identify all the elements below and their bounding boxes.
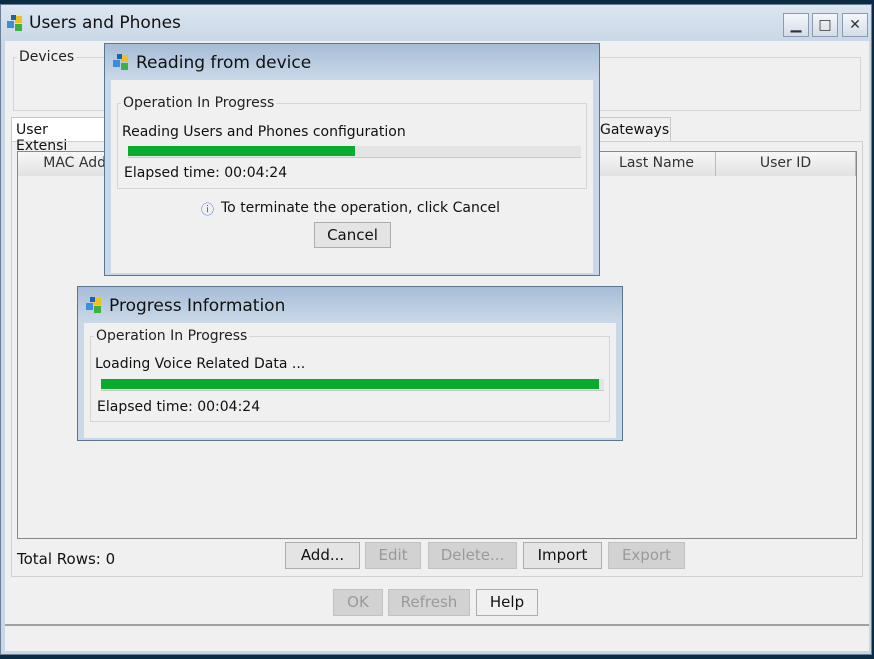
reading-progress-bar <box>128 146 581 158</box>
edit-button[interactable]: Edit <box>365 542 421 569</box>
maximize-icon: □ <box>818 17 832 33</box>
tab-user-extensions[interactable]: User Extensi <box>11 117 107 154</box>
status-bar <box>5 624 869 651</box>
tab-label: User Extensi <box>16 122 68 154</box>
app-cubes-icon <box>85 296 103 314</box>
dialog-title: Progress Information <box>109 296 286 316</box>
dialog-body: Operation In Progress Loading Voice Rela… <box>84 323 616 438</box>
progress-information-dialog: Progress Information Operation In Progre… <box>77 286 623 441</box>
close-icon: ✕ <box>849 17 861 33</box>
column-header-last-name[interactable]: Last Name <box>598 152 716 176</box>
window-title: Users and Phones <box>29 13 181 33</box>
maximize-button[interactable]: □ <box>812 13 838 37</box>
minimize-icon: ▁ <box>790 17 802 33</box>
title-bar[interactable]: Users and Phones ▁ □ ✕ <box>1 5 871 41</box>
import-button[interactable]: Import <box>523 542 602 569</box>
reading-from-device-dialog: Reading from device Operation In Progres… <box>104 43 600 276</box>
app-cubes-icon <box>6 14 24 32</box>
dialog-body: Operation In Progress Reading Users and … <box>111 80 593 273</box>
loading-progress-bar <box>101 379 604 391</box>
delete-button[interactable]: Delete... <box>428 542 517 569</box>
operation-message: Loading Voice Related Data ... <box>95 356 306 372</box>
elapsed-time: Elapsed time: 00:04:24 <box>97 399 261 415</box>
column-header-user-id[interactable]: User ID <box>716 152 856 176</box>
total-rows-label: Total Rows: 0 <box>17 550 116 568</box>
add-button[interactable]: Add... <box>285 542 360 569</box>
operation-message: Reading Users and Phones configuration <box>122 124 406 140</box>
minimize-button[interactable]: ▁ <box>783 13 809 37</box>
operation-group-label: Operation In Progress <box>121 95 277 111</box>
elapsed-time: Elapsed time: 00:04:24 <box>124 165 288 181</box>
tab-label: Gateways <box>600 122 670 138</box>
cancel-button[interactable]: Cancel <box>314 222 391 248</box>
ok-button[interactable]: OK <box>333 589 383 616</box>
close-button[interactable]: ✕ <box>842 13 868 37</box>
export-button[interactable]: Export <box>608 542 685 569</box>
refresh-button[interactable]: Refresh <box>388 589 470 616</box>
progress-fill <box>101 379 599 389</box>
progress-fill <box>128 146 355 156</box>
app-cubes-icon <box>112 53 130 71</box>
info-icon: ⓘ <box>201 203 215 218</box>
operation-group-label: Operation In Progress <box>94 328 250 344</box>
help-button[interactable]: Help <box>476 589 538 616</box>
tab-gateways[interactable]: Gateways <box>595 117 671 141</box>
devices-group-label: Devices <box>17 49 77 65</box>
dialog-title: Reading from device <box>136 53 312 73</box>
terminate-hint: To terminate the operation, click Cancel <box>221 200 501 216</box>
